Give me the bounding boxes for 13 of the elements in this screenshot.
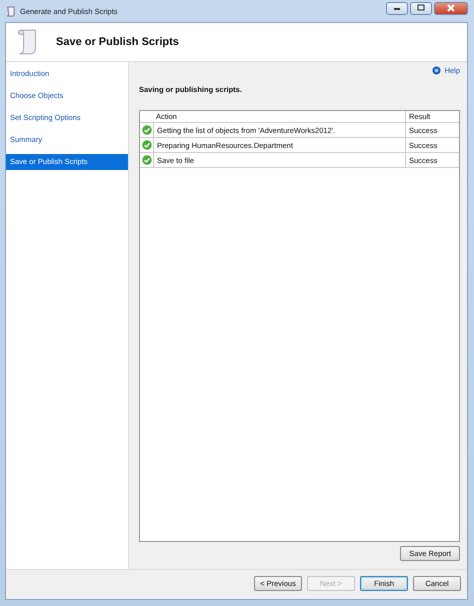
maximize-button[interactable]	[410, 2, 432, 14]
maximize-icon	[416, 4, 426, 12]
close-button[interactable]	[434, 2, 468, 14]
minimize-icon	[392, 5, 402, 11]
close-icon	[446, 4, 456, 12]
success-check-icon	[142, 155, 152, 165]
success-check-icon	[142, 125, 152, 135]
minimize-button[interactable]	[386, 2, 408, 14]
scroll-icon	[16, 27, 38, 57]
scroll-icon	[5, 6, 16, 16]
help-icon	[432, 66, 441, 75]
success-check-icon	[142, 140, 152, 150]
page-title: Save or Publish Scripts	[56, 36, 179, 48]
